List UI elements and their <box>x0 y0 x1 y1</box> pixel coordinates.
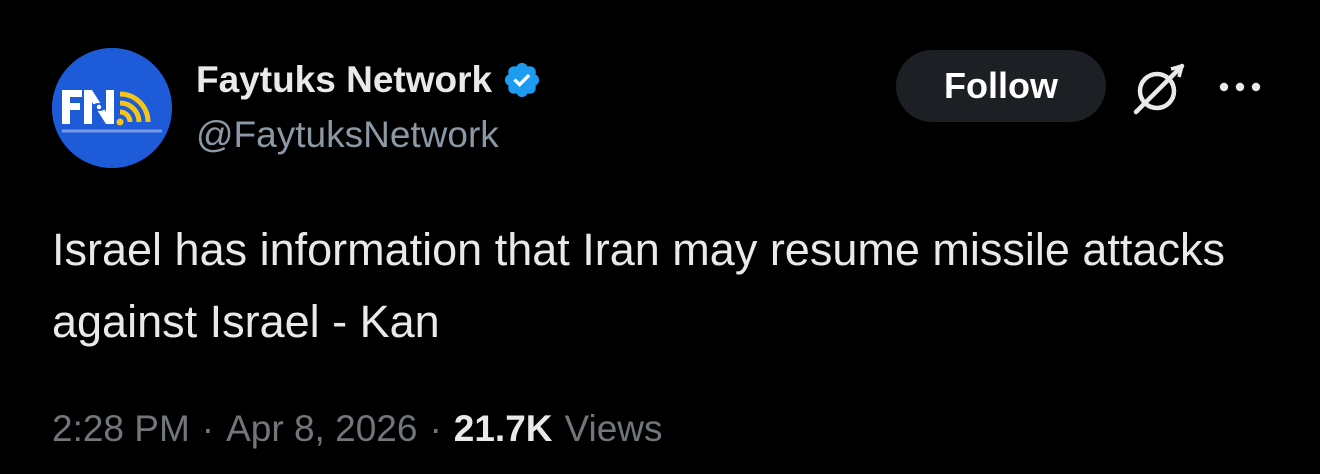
meta-separator: · <box>201 408 215 449</box>
faytuks-network-logo <box>52 48 172 168</box>
views-label: Views <box>564 408 663 449</box>
author-display-name[interactable]: Faytuks Network <box>196 59 492 101</box>
grok-icon[interactable] <box>1130 60 1188 118</box>
tweet-date[interactable]: Apr 8, 2026 <box>226 408 417 450</box>
author-name-row: Faytuks Network <box>196 56 542 104</box>
tweet-meta: 2:28 PM · Apr 8, 2026 · 21.7K Views <box>52 408 663 450</box>
tweet-text: Israel has information that Iran may res… <box>52 224 1225 347</box>
views-count: 21.7K <box>453 408 553 449</box>
follow-button[interactable]: Follow <box>896 50 1106 122</box>
tweet-time[interactable]: 2:28 PM <box>52 408 190 450</box>
verified-badge-icon[interactable] <box>502 60 542 100</box>
tweet-card: Faytuks Network @FaytuksNetwork Follow I… <box>0 0 1320 474</box>
more-options-icon[interactable] <box>1214 72 1266 102</box>
author-avatar[interactable] <box>52 48 172 168</box>
author-handle[interactable]: @FaytuksNetwork <box>196 114 499 156</box>
meta-separator: · <box>429 408 442 449</box>
